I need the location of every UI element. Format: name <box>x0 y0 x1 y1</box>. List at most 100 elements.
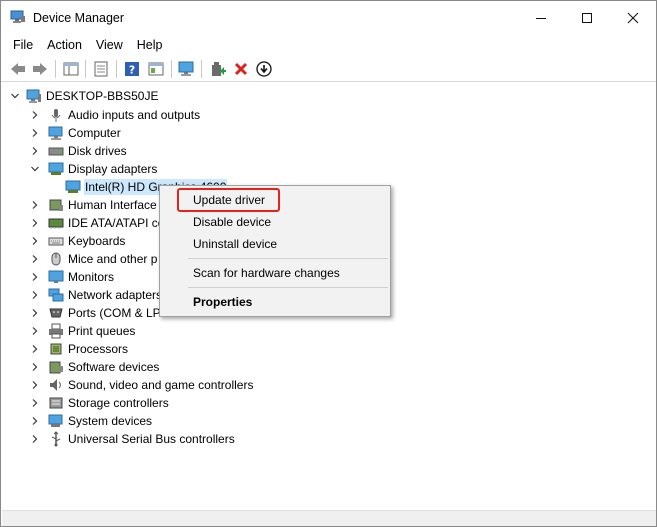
properties-icon <box>94 61 108 77</box>
forward-button[interactable] <box>30 59 50 79</box>
install-toolbar-button[interactable] <box>254 59 274 79</box>
tree-item-storage-controllers[interactable]: Storage controllers <box>30 394 169 412</box>
storage-icon <box>49 397 63 409</box>
tree-item-processors[interactable]: Processors <box>30 340 128 358</box>
help-button[interactable]: ? <box>122 59 142 79</box>
system-icon <box>48 414 63 427</box>
tree-item-label: Ports (COM & LP <box>68 306 161 320</box>
back-button[interactable] <box>8 59 28 79</box>
chevron-right-icon <box>32 147 38 155</box>
menu-bar: File Action View Help <box>1 35 656 55</box>
tree-item-keyboards[interactable]: Keyboards <box>30 232 125 250</box>
tree-item-sound-video[interactable]: Sound, video and game controllers <box>30 376 253 394</box>
disk-icon <box>48 147 64 156</box>
close-button[interactable] <box>610 1 656 35</box>
help-icon: ? <box>125 62 139 77</box>
chevron-right-icon <box>32 363 38 371</box>
menu-action[interactable]: Action <box>40 35 89 55</box>
toolbar-separator <box>55 60 56 78</box>
tree-item-mice[interactable]: Mice and other p <box>30 250 157 268</box>
menu-file[interactable]: File <box>1 35 40 55</box>
chevron-right-icon <box>32 345 38 353</box>
network-icon <box>48 288 64 302</box>
minimize-button[interactable] <box>518 1 564 35</box>
computer-icon <box>48 126 63 140</box>
tree-item-label: Disk drives <box>68 144 127 158</box>
uninstall-toolbar-button[interactable] <box>231 59 251 79</box>
download-circle-icon <box>256 61 272 77</box>
device-manager-app-icon <box>10 10 25 23</box>
menu-separator <box>188 287 388 288</box>
chevron-right-icon <box>32 201 38 209</box>
tree-item-label: Display adapters <box>68 162 158 176</box>
tree-item-disk-drives[interactable]: Disk drives <box>30 142 127 160</box>
menu-view[interactable]: View <box>89 35 130 55</box>
toolbar: ? <box>1 56 656 82</box>
usb-icon <box>51 431 61 447</box>
menu-item-disable-device[interactable]: Disable device <box>193 213 271 231</box>
maximize-button[interactable] <box>564 1 610 35</box>
tree-item-print-queues[interactable]: Print queues <box>30 322 135 340</box>
title-bar: Device Manager <box>1 1 656 35</box>
device-manager-window: Device Manager File Action View Help ? D… <box>0 0 657 527</box>
tree-item-label: Storage controllers <box>68 396 169 410</box>
tree-root-row[interactable]: DESKTOP-BBS50JE <box>10 87 159 105</box>
chevron-right-icon <box>32 435 38 443</box>
scan-hardware-button[interactable] <box>177 59 197 79</box>
tree-item-label: Print queues <box>68 324 136 338</box>
chevron-right-icon <box>32 273 38 281</box>
chevron-right-icon <box>32 417 38 425</box>
menu-item-scan-hardware[interactable]: Scan for hardware changes <box>193 264 340 282</box>
toolbar-separator <box>85 60 86 78</box>
menu-help[interactable]: Help <box>130 35 170 55</box>
toolbar-separator <box>171 60 172 78</box>
chevron-right-icon <box>32 309 38 317</box>
view-button[interactable] <box>146 59 166 79</box>
maximize-icon <box>582 13 592 23</box>
update-driver-toolbar-button[interactable] <box>208 59 228 79</box>
tree-item-label: System devices <box>68 414 153 428</box>
tree-item-computer[interactable]: Computer <box>30 124 121 142</box>
tree-item-label: Network adapters <box>68 288 163 302</box>
close-icon <box>627 12 639 24</box>
show-hide-console-tree-button[interactable] <box>61 59 81 79</box>
tree-item-label: Sound, video and game controllers <box>68 378 254 392</box>
tree-item-label: Audio inputs and outputs <box>68 108 201 122</box>
port-icon <box>49 308 63 318</box>
uninstall-x-icon <box>234 62 248 76</box>
menu-item-properties[interactable]: Properties <box>193 293 252 311</box>
tree-item-software-devices[interactable]: Software devices <box>30 358 159 376</box>
tree-item-label: Monitors <box>68 270 115 284</box>
processor-icon <box>50 343 62 355</box>
tree-item-monitors[interactable]: Monitors <box>30 268 114 286</box>
forward-icon <box>33 63 47 75</box>
minimize-icon <box>536 18 546 19</box>
tree-item-audio[interactable]: Audio inputs and outputs <box>30 106 200 124</box>
right-gutter <box>648 83 656 510</box>
tree-item-ide-ata[interactable]: IDE ATA/ATAPI co <box>30 214 164 232</box>
tree-item-display-adapters[interactable]: Display adapters <box>30 160 157 178</box>
ide-icon <box>48 218 64 229</box>
tree-item-human-interface[interactable]: Human Interface <box>30 196 157 214</box>
tree-item-label: Keyboards <box>68 234 126 248</box>
tree-item-label: Human Interface <box>68 198 157 212</box>
chevron-right-icon <box>32 255 38 263</box>
tree-item-system-devices[interactable]: System devices <box>30 412 152 430</box>
chevron-right-icon <box>32 219 38 227</box>
display-icon <box>48 162 64 175</box>
tree-item-usb[interactable]: Universal Serial Bus controllers <box>30 430 235 448</box>
back-icon <box>11 63 25 75</box>
chevron-right-icon <box>32 111 38 119</box>
keyboard-icon <box>48 237 64 246</box>
chevron-right-icon <box>32 381 38 389</box>
properties-button[interactable] <box>91 59 111 79</box>
tree-item-ports[interactable]: Ports (COM & LP <box>30 304 161 322</box>
update-driver-highlight <box>177 188 280 212</box>
tree-item-label: Software devices <box>68 360 160 374</box>
chevron-right-icon <box>32 237 38 245</box>
menu-item-uninstall-device[interactable]: Uninstall device <box>193 235 277 253</box>
tree-item-network-adapters[interactable]: Network adapters <box>30 286 162 304</box>
tree-item-label: Computer <box>68 126 121 140</box>
toolbar-separator <box>116 60 117 78</box>
monitor-icon <box>48 270 64 283</box>
